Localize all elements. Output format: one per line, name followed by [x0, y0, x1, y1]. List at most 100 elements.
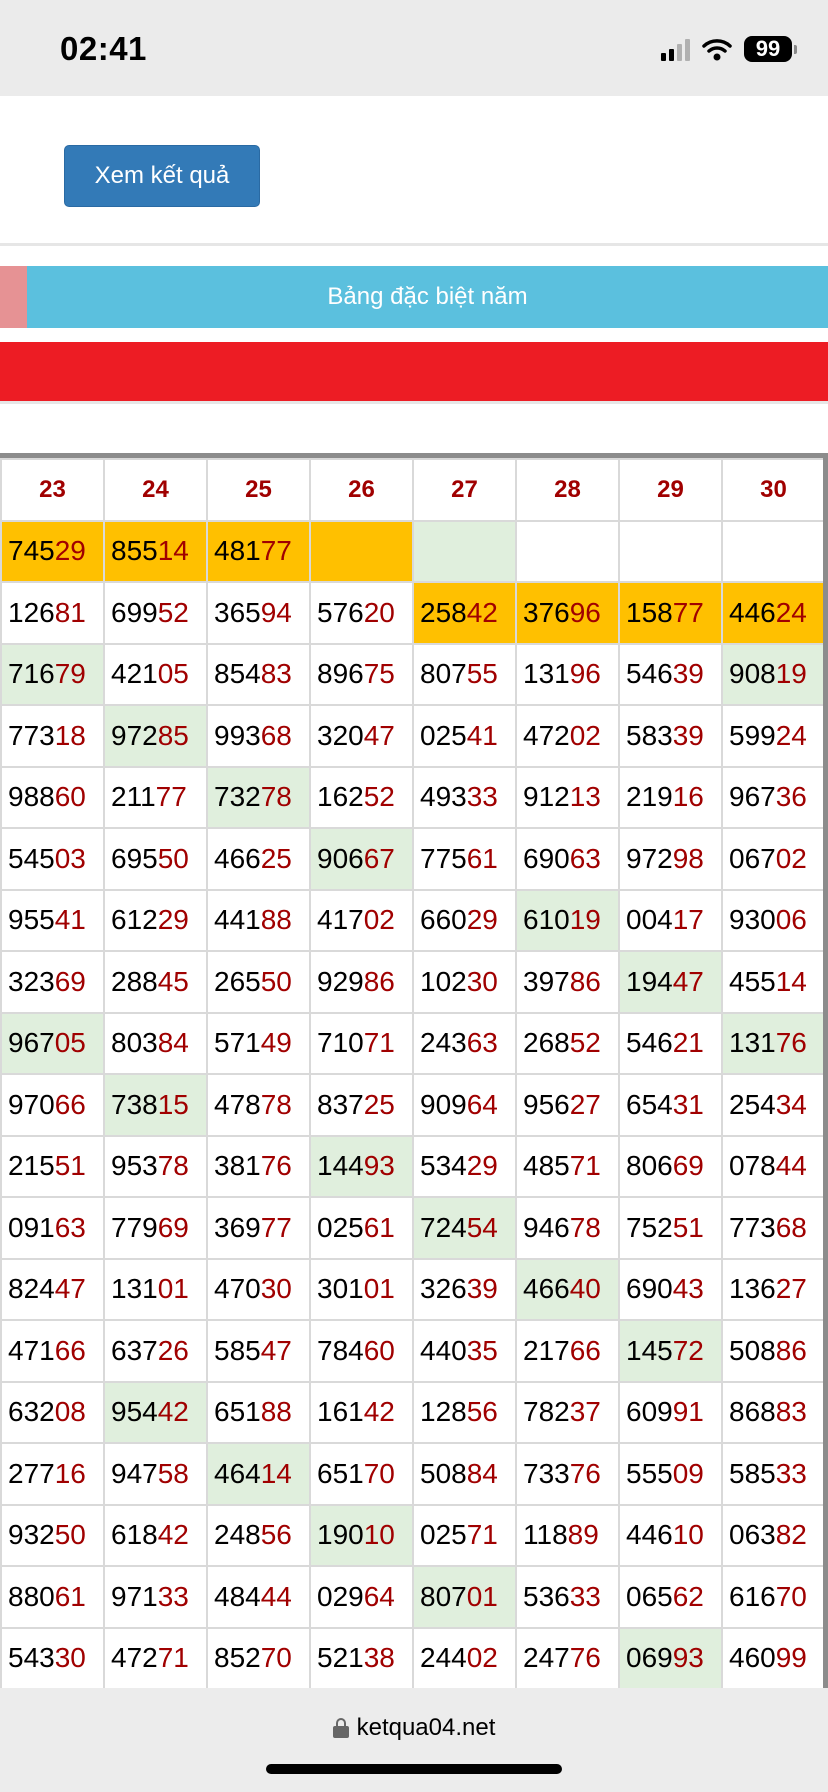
cell-leading-digits: 144 — [317, 1150, 364, 1182]
cell-leading-digits: 806 — [626, 1150, 673, 1182]
cell-leading-digits: 254 — [729, 1088, 776, 1120]
cell-leading-digits: 988 — [8, 781, 55, 813]
cell-leading-digits: 947 — [111, 1457, 158, 1489]
cell-leading-digits: 131 — [111, 1273, 158, 1305]
result-cell: 13176 — [721, 1011, 826, 1075]
result-cell: 19010 — [309, 1503, 414, 1567]
cell-leading-digits: 145 — [626, 1334, 673, 1366]
cell-last-two-digits: 05 — [54, 1027, 86, 1059]
cell-last-two-digits: 39 — [466, 1273, 498, 1305]
cell-last-two-digits: 56 — [260, 1519, 292, 1551]
cell-last-two-digits: 42 — [363, 1396, 395, 1428]
cell-leading-digits: 710 — [317, 1027, 364, 1059]
result-cell: 61842 — [103, 1503, 208, 1567]
cell-last-two-digits: 01 — [466, 1580, 498, 1612]
cell-last-two-digits: 01 — [363, 1273, 395, 1305]
cell-leading-digits: 067 — [729, 842, 776, 874]
cell-leading-digits: 440 — [420, 1334, 467, 1366]
cell-last-two-digits: 10 — [363, 1519, 395, 1551]
cell-last-two-digits: 60 — [363, 1334, 395, 1366]
cell-last-two-digits: 71 — [157, 1642, 189, 1674]
cell-leading-digits: 211 — [111, 781, 156, 813]
result-cell: 45514 — [721, 950, 826, 1014]
result-cell: 82447 — [0, 1257, 105, 1321]
column-header: 24 — [103, 458, 208, 522]
table-row: 95541 61229 44188 41702 66029 61019 00417 93006 — [0, 888, 826, 952]
cell-last-two-digits: 88 — [260, 904, 292, 936]
cell-last-two-digits: 76 — [569, 1457, 601, 1489]
cell-last-two-digits: 76 — [775, 1027, 807, 1059]
cell-leading-digits: 543 — [8, 1642, 55, 1674]
result-cell: 77318 — [0, 704, 105, 768]
column-header: 26 — [309, 458, 414, 522]
cell-leading-digits: 585 — [214, 1334, 261, 1366]
result-cell: 53429 — [412, 1134, 517, 1198]
home-indicator[interactable] — [266, 1764, 562, 1774]
result-cell — [515, 519, 620, 583]
cell-last-two-digits: 35 — [466, 1334, 498, 1366]
cell-last-two-digits: 39 — [672, 658, 704, 690]
address-bar[interactable]: ketqua04.net — [0, 1712, 828, 1744]
result-cell: 16252 — [309, 765, 414, 829]
result-cell: 44624 — [721, 581, 826, 645]
cell-leading-digits: 852 — [214, 1642, 261, 1674]
cell-last-two-digits: 61 — [54, 1580, 86, 1612]
cell-last-two-digits: 77 — [260, 1211, 292, 1243]
result-cell: 25842 — [412, 581, 517, 645]
cell-leading-digits: 651 — [214, 1396, 261, 1428]
cell-leading-digits: 025 — [317, 1211, 364, 1243]
cell-last-two-digits: 37 — [569, 1396, 601, 1428]
cell-last-two-digits: 52 — [363, 781, 395, 813]
tab-previous[interactable] — [0, 266, 27, 328]
cell-leading-digits: 466 — [523, 1273, 570, 1305]
cell-leading-digits: 775 — [420, 842, 467, 874]
cell-last-two-digits: 79 — [54, 658, 86, 690]
cell-leading-digits: 091 — [8, 1211, 55, 1243]
result-cell: 54621 — [618, 1011, 723, 1075]
view-results-button[interactable]: Xem kết quả — [64, 145, 260, 207]
cell-leading-digits: 118 — [523, 1519, 568, 1551]
cell-last-two-digits: 39 — [672, 719, 704, 751]
cell-leading-digits: 217 — [523, 1334, 570, 1366]
result-cell: 93006 — [721, 888, 826, 952]
cell-leading-digits: 485 — [523, 1150, 570, 1182]
result-cell: 97285 — [103, 704, 208, 768]
cell-last-two-digits: 66 — [54, 1088, 86, 1120]
result-cell: 21916 — [618, 765, 723, 829]
cell-last-two-digits: 86 — [363, 965, 395, 997]
cell-last-two-digits: 66 — [54, 1334, 86, 1366]
cell-last-two-digits: 55 — [466, 658, 498, 690]
cell-leading-digits: 896 — [317, 658, 364, 690]
cell-leading-digits: 481 — [214, 535, 261, 567]
cell-last-two-digits: 98 — [672, 842, 704, 874]
cell-last-two-digits: 47 — [672, 965, 704, 997]
cell-last-two-digits: 15 — [157, 1088, 189, 1120]
cell-leading-digits: 752 — [626, 1211, 673, 1243]
cell-last-two-digits: 77 — [672, 596, 704, 628]
cell-last-two-digits: 20 — [363, 596, 395, 628]
result-cell: 48571 — [515, 1134, 620, 1198]
result-cell: 73376 — [515, 1442, 620, 1506]
result-cell: 50884 — [412, 1442, 517, 1506]
cell-last-two-digits: 19 — [569, 904, 601, 936]
result-cell: 24363 — [412, 1011, 517, 1075]
result-cell: 60991 — [618, 1380, 723, 1444]
cell-leading-digits: 912 — [523, 781, 570, 813]
tab-special-year[interactable]: Bảng đặc biệt năm — [27, 266, 828, 328]
cell-leading-digits: 724 — [420, 1211, 467, 1243]
cell-last-two-digits: 62 — [672, 1580, 704, 1612]
cell-leading-digits: 583 — [626, 719, 673, 751]
cell-last-two-digits: 02 — [569, 719, 601, 751]
cell-last-two-digits: 05 — [157, 658, 189, 690]
result-cell: 44188 — [206, 888, 311, 952]
result-cell: 46625 — [206, 827, 311, 891]
cell-last-two-digits: 38 — [363, 1642, 395, 1674]
cell-leading-digits: 610 — [523, 904, 570, 936]
cell-leading-digits: 162 — [317, 781, 364, 813]
cell-last-two-digits: 77 — [260, 535, 292, 567]
cell-last-two-digits: 41 — [54, 904, 86, 936]
results-table-container[interactable]: 23 24 25 26 27 28 29 30 74529 85514 48177 12681 699… — [0, 453, 828, 1688]
cell-leading-digits: 244 — [420, 1642, 467, 1674]
result-cell: 58339 — [618, 704, 723, 768]
cell-last-two-digits: 47 — [260, 1334, 292, 1366]
